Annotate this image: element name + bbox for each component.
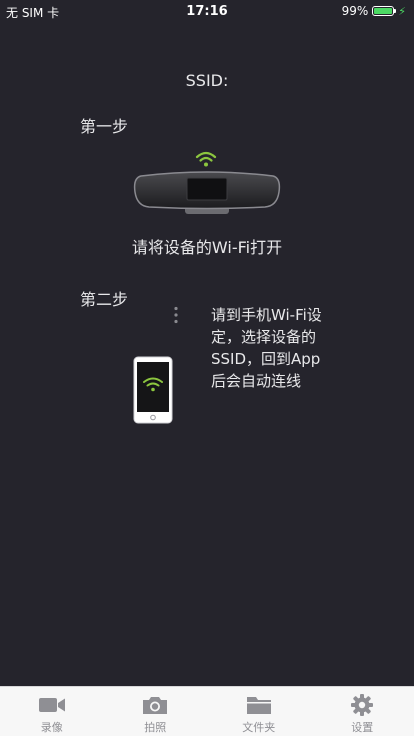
- gear-icon: [351, 694, 374, 716]
- step2-caption-line: SSID，回到App: [211, 350, 321, 368]
- smartphone-wifi-icon: [133, 356, 173, 424]
- tab-label: 文件夹: [242, 721, 276, 734]
- step2-caption: 请到手机Wi-Fi设 定，选择设备的 SSID，回到App 后会自动连线: [211, 304, 346, 392]
- tab-folder[interactable]: 文件夹: [207, 687, 311, 736]
- tab-record[interactable]: 录像: [0, 687, 104, 736]
- charging-bolt-icon: ⚡: [398, 4, 406, 18]
- step1-title: 第一步: [80, 117, 129, 136]
- battery-status: 99% ⚡: [342, 4, 406, 18]
- rearview-mirror-device-icon: [133, 171, 281, 214]
- battery-icon: [372, 6, 397, 16]
- step2-title: 第二步: [80, 290, 129, 309]
- tab-label: 录像: [40, 721, 63, 734]
- wifi-icon: [195, 151, 217, 167]
- tab-bar: 录像 拍照 文件夹 设置: [0, 686, 414, 736]
- more-vertical-icon: [174, 306, 178, 324]
- step2-caption-line: 请到手机Wi-Fi设: [211, 306, 322, 324]
- video-camera-icon: [38, 698, 65, 712]
- folder-icon: [246, 697, 271, 714]
- status-bar: 无 SIM 卡 17:16 99% ⚡: [0, 0, 414, 22]
- tab-photo[interactable]: 拍照: [104, 687, 208, 736]
- tab-settings[interactable]: 设置: [311, 687, 414, 736]
- step2-caption-line: 定，选择设备的: [211, 328, 317, 346]
- step2-caption-line: 后会自动连线: [211, 372, 302, 390]
- ssid-label: SSID:: [185, 71, 229, 90]
- battery-percent: 99%: [341, 4, 369, 18]
- battery-level-fill: [374, 8, 393, 14]
- step1-caption: 请将设备的Wi-Fi打开: [131, 238, 283, 257]
- camera-icon: [143, 697, 168, 714]
- tab-label: 拍照: [144, 721, 167, 734]
- tab-label: 设置: [351, 721, 374, 734]
